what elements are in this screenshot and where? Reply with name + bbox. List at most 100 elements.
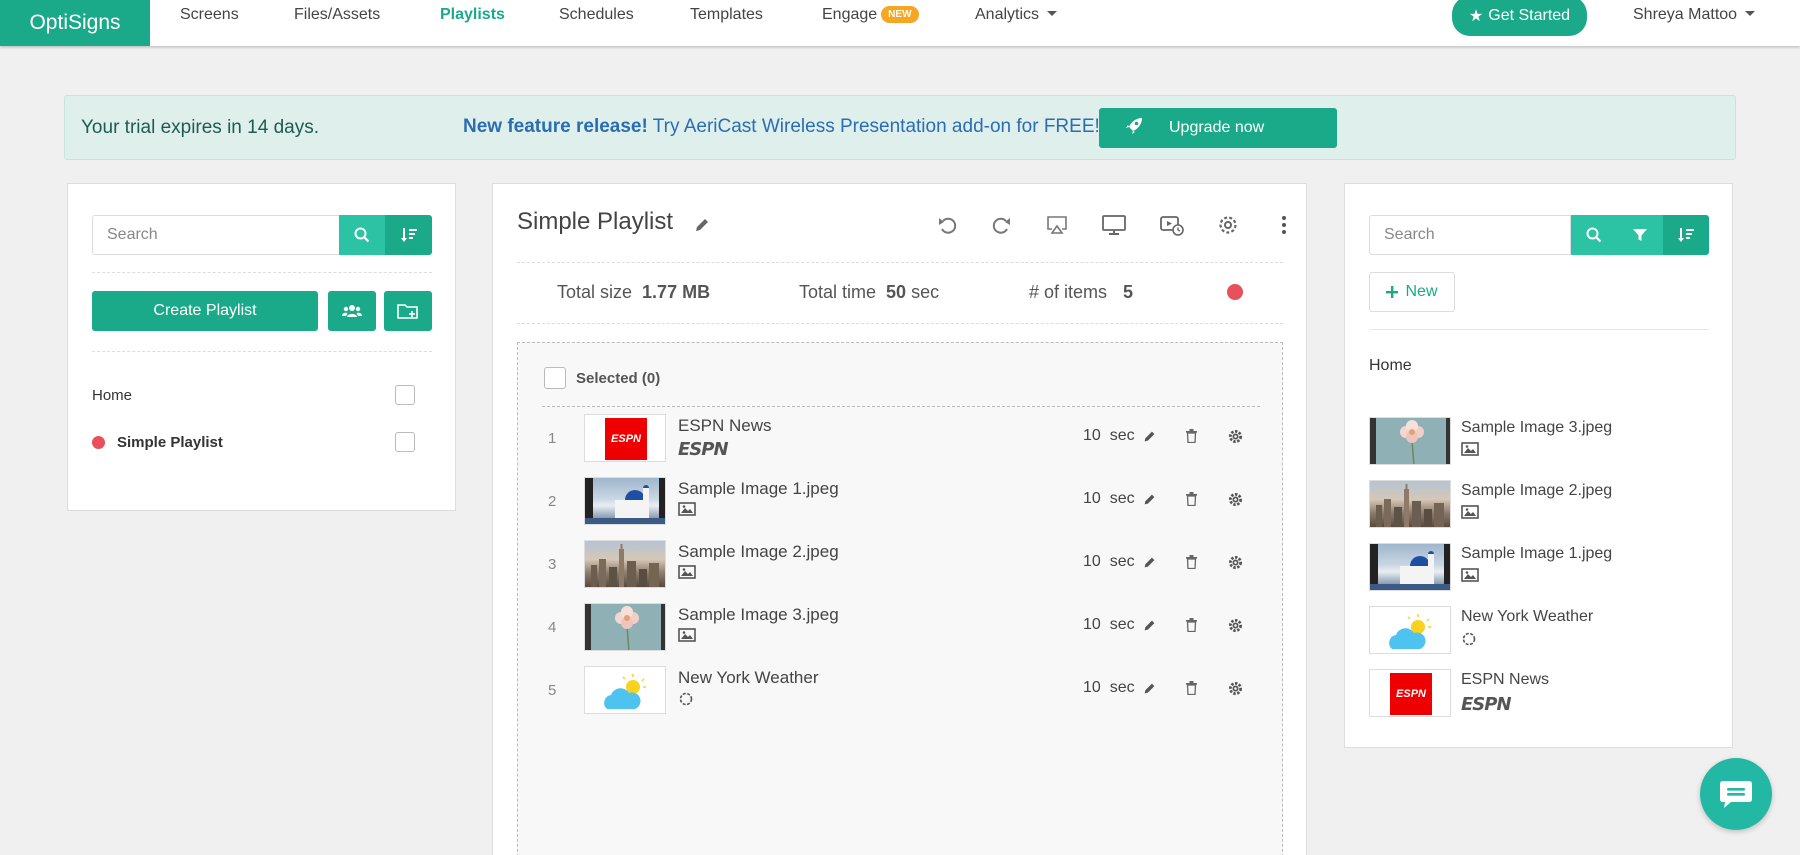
home-checkbox[interactable] bbox=[395, 385, 415, 405]
total-size-label: Total size bbox=[557, 282, 633, 302]
nav-screens[interactable]: Screens bbox=[180, 6, 239, 24]
item-name: New York Weather bbox=[678, 668, 819, 687]
edit-item-button[interactable] bbox=[1140, 427, 1158, 445]
app-logo[interactable]: OptiSigns bbox=[0, 0, 150, 46]
nav-schedules[interactable]: Schedules bbox=[559, 6, 634, 24]
item-settings-button[interactable] bbox=[1226, 553, 1244, 571]
item-duration[interactable]: 10 sec bbox=[1083, 490, 1135, 508]
asset-name: Sample Image 3.jpeg bbox=[1461, 419, 1613, 436]
nav-playlists[interactable]: Playlists bbox=[440, 6, 505, 24]
item-settings-button[interactable] bbox=[1226, 679, 1244, 697]
settings-button[interactable] bbox=[1215, 212, 1241, 238]
folder-add-icon bbox=[397, 304, 418, 319]
playlist-items-area[interactable]: Selected (0) 1 ESPN ESPN News ESPN 10 se… bbox=[517, 342, 1283, 855]
playlist-item[interactable]: 2 Sample Image 1.jpeg 10 sec bbox=[518, 477, 1284, 527]
divider bbox=[517, 323, 1283, 324]
espn-logo: ESPN bbox=[1390, 673, 1432, 715]
asset-thumbnail: ESPN bbox=[1369, 669, 1451, 717]
delete-item-button[interactable] bbox=[1182, 553, 1200, 571]
edit-title-button[interactable] bbox=[689, 212, 715, 238]
item-name: Sample Image 3.jpeg bbox=[678, 605, 839, 624]
nav-engage[interactable]: Engage NEW bbox=[822, 6, 919, 24]
folder-home[interactable]: Home bbox=[92, 387, 132, 404]
delete-item-button[interactable] bbox=[1182, 616, 1200, 634]
duration-unit: sec bbox=[1109, 616, 1135, 633]
total-size-value: 1.77 MB bbox=[642, 282, 711, 302]
playlist-search-input[interactable] bbox=[92, 215, 340, 255]
new-folder-button[interactable] bbox=[384, 291, 432, 331]
new-label: New bbox=[1405, 283, 1438, 300]
get-started-button[interactable]: ★ Get Started bbox=[1452, 0, 1587, 36]
select-all-checkbox[interactable] bbox=[544, 367, 566, 389]
undo-button[interactable] bbox=[935, 212, 961, 238]
item-name: ESPN News bbox=[678, 416, 772, 435]
edit-item-button[interactable] bbox=[1140, 616, 1158, 634]
share-group-button[interactable] bbox=[328, 291, 376, 331]
playlist-simple-playlist[interactable]: Simple Playlist bbox=[117, 434, 223, 451]
item-duration[interactable]: 10 sec bbox=[1083, 427, 1135, 445]
user-name: Shreya Mattoo bbox=[1633, 6, 1738, 23]
edit-item-button[interactable] bbox=[1140, 553, 1158, 571]
asset-item[interactable]: Sample Image 3.jpeg bbox=[1369, 417, 1709, 467]
item-duration[interactable]: 10 sec bbox=[1083, 679, 1135, 697]
item-number: 3 bbox=[548, 556, 557, 573]
more-options-button[interactable] bbox=[1271, 212, 1297, 238]
playlist-item[interactable]: 4 Sample Image 3.jpeg 10 sec bbox=[518, 603, 1284, 653]
chevron-down-icon bbox=[1047, 11, 1058, 16]
item-settings-button[interactable] bbox=[1226, 427, 1244, 445]
asset-thumbnail bbox=[1369, 480, 1451, 528]
playlist-item[interactable]: 5 New York Weather 10 sec bbox=[518, 666, 1284, 716]
delete-item-button[interactable] bbox=[1182, 427, 1200, 445]
asset-item[interactable]: ESPN ESPN News ESPN bbox=[1369, 669, 1709, 719]
nav-files-assets[interactable]: Files/Assets bbox=[294, 6, 380, 24]
cast-button[interactable] bbox=[1044, 212, 1070, 238]
divider bbox=[1369, 329, 1709, 330]
playlist-title[interactable]: Simple Playlist bbox=[517, 208, 673, 236]
item-duration[interactable]: 10 sec bbox=[1083, 616, 1135, 634]
asset-search-input[interactable] bbox=[1369, 215, 1571, 255]
divider bbox=[92, 351, 432, 352]
edit-item-button[interactable] bbox=[1140, 490, 1158, 508]
edit-item-button[interactable] bbox=[1140, 679, 1158, 697]
asset-name: Sample Image 1.jpeg bbox=[1461, 545, 1613, 562]
gear-icon bbox=[1228, 429, 1242, 443]
item-settings-button[interactable] bbox=[1226, 490, 1244, 508]
new-asset-button[interactable]: New bbox=[1369, 272, 1455, 312]
create-playlist-button[interactable]: Create Playlist bbox=[92, 291, 318, 331]
sort-button[interactable] bbox=[1663, 215, 1709, 255]
chat-button[interactable] bbox=[1700, 758, 1772, 830]
playlist-item[interactable]: 3 Sample Image 2.jpeg 10 sec bbox=[518, 540, 1284, 590]
feature-announcement[interactable]: New feature release! Try AeriCast Wirele… bbox=[463, 116, 1100, 138]
delete-item-button[interactable] bbox=[1182, 490, 1200, 508]
total-time: Total time 50 sec bbox=[799, 282, 939, 303]
item-number: 2 bbox=[548, 493, 557, 510]
item-settings-button[interactable] bbox=[1226, 616, 1244, 634]
playlist-item[interactable]: 1 ESPN ESPN News ESPN 10 sec bbox=[518, 414, 1284, 464]
item-duration[interactable]: 10 sec bbox=[1083, 553, 1135, 571]
nav-templates[interactable]: Templates bbox=[690, 6, 763, 24]
search-button[interactable] bbox=[1571, 215, 1616, 255]
playlist-editor-panel: Simple Playlist Total size 1.77 MB Total … bbox=[492, 183, 1307, 855]
duration-unit: sec bbox=[1109, 679, 1135, 696]
preview-screen-button[interactable] bbox=[1101, 212, 1127, 238]
upgrade-now-button[interactable]: Upgrade now bbox=[1099, 108, 1337, 148]
nav-analytics[interactable]: Analytics bbox=[975, 6, 1058, 24]
delete-item-button[interactable] bbox=[1182, 679, 1200, 697]
item-thumbnail bbox=[584, 477, 666, 525]
folder-home[interactable]: Home bbox=[1369, 357, 1412, 375]
asset-item[interactable]: Sample Image 1.jpeg bbox=[1369, 543, 1709, 593]
asset-item[interactable]: New York Weather bbox=[1369, 606, 1709, 656]
sort-button[interactable] bbox=[385, 215, 432, 255]
item-count-label: # of items bbox=[1029, 282, 1108, 302]
filter-button[interactable] bbox=[1616, 215, 1663, 255]
schedule-media-button[interactable] bbox=[1159, 212, 1185, 238]
redo-button[interactable] bbox=[988, 212, 1014, 238]
user-menu[interactable]: Shreya Mattoo bbox=[1633, 6, 1756, 24]
trash-icon bbox=[1185, 681, 1197, 695]
trash-icon bbox=[1185, 618, 1197, 632]
asset-item[interactable]: Sample Image 2.jpeg bbox=[1369, 480, 1709, 530]
duration-unit: sec bbox=[1109, 490, 1135, 507]
duration-value: 10 bbox=[1083, 616, 1101, 633]
search-button[interactable] bbox=[339, 215, 385, 255]
simple-playlist-checkbox[interactable] bbox=[395, 432, 415, 452]
